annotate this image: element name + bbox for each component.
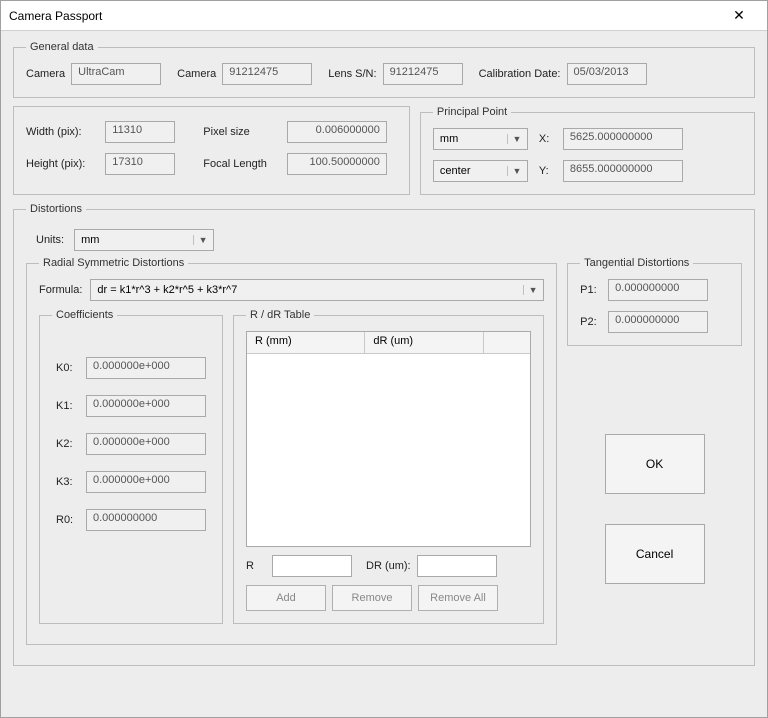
calibration-date-field: 05/03/2013 xyxy=(567,63,647,85)
tangential-legend: Tangential Distortions xyxy=(580,257,693,269)
r-dr-table-body xyxy=(247,354,530,546)
distortions-group: Distortions Units: mm ▼ Radial Symmetric… xyxy=(13,203,755,666)
formula-value: dr = k1*r^3 + k2*r^5 + k3*r^7 xyxy=(97,284,237,296)
pp-unit-value: mm xyxy=(440,133,458,145)
k1-label: K1: xyxy=(56,400,80,412)
spacer-column xyxy=(484,332,530,353)
pp-x-field: 5625.000000000 xyxy=(563,128,683,150)
chevron-down-icon: ▼ xyxy=(193,235,209,245)
calibration-date-label: Calibration Date: xyxy=(479,68,561,80)
r-input[interactable] xyxy=(272,555,352,577)
camera-field: UltraCam xyxy=(71,63,161,85)
k0-label: K0: xyxy=(56,362,80,374)
lens-sn-field: 91212475 xyxy=(383,63,463,85)
formula-label: Formula: xyxy=(39,284,82,296)
chevron-down-icon: ▼ xyxy=(507,166,523,176)
units-select[interactable]: mm ▼ xyxy=(74,229,214,251)
close-icon: ✕ xyxy=(733,7,745,24)
chevron-down-icon: ▼ xyxy=(507,134,523,144)
focal-length-label: Focal Length xyxy=(203,158,279,170)
width-field: 11310 xyxy=(105,121,175,143)
camera-id-label: Camera xyxy=(177,68,216,80)
coefficients-group: Coefficients K0: 0.000000e+000 K1: 0.000… xyxy=(39,309,223,624)
add-button[interactable]: Add xyxy=(246,585,326,611)
r0-field: 0.000000000 xyxy=(86,509,206,531)
formula-select[interactable]: dr = k1*r^3 + k2*r^5 + k3*r^7 ▼ xyxy=(90,279,544,301)
units-label: Units: xyxy=(36,234,64,246)
radial-legend: Radial Symmetric Distortions xyxy=(39,257,188,269)
general-data-legend: General data xyxy=(26,41,98,53)
units-value: mm xyxy=(81,234,99,246)
dr-input-label: DR (um): xyxy=(366,560,411,572)
distortions-legend: Distortions xyxy=(26,203,86,215)
pixel-size-label: Pixel size xyxy=(203,126,279,138)
camera-label: Camera xyxy=(26,68,65,80)
tangential-group: Tangential Distortions P1: 0.000000000 P… xyxy=(567,257,742,346)
dimensions-group: Width (pix): 11310 Pixel size 0.00600000… xyxy=(13,106,410,195)
window: Camera Passport ✕ General data Camera Ul… xyxy=(0,0,768,718)
k2-field: 0.000000e+000 xyxy=(86,433,206,455)
dr-column-header: dR (um) xyxy=(365,332,483,353)
k2-label: K2: xyxy=(56,438,80,450)
pp-unit-select[interactable]: mm ▼ xyxy=(433,128,528,150)
general-data-group: General data Camera UltraCam Camera 9121… xyxy=(13,41,755,98)
chevron-down-icon: ▼ xyxy=(523,285,539,295)
p1-label: P1: xyxy=(580,284,604,296)
window-title: Camera Passport xyxy=(9,9,719,23)
principal-point-group: Principal Point mm ▼ X: 5625.000000000 c… xyxy=(420,106,755,195)
width-label: Width (pix): xyxy=(26,126,97,138)
height-field: 17310 xyxy=(105,153,175,175)
dialog-body: General data Camera UltraCam Camera 9121… xyxy=(1,31,767,717)
p2-field: 0.000000000 xyxy=(608,311,708,333)
k3-label: K3: xyxy=(56,476,80,488)
pp-x-label: X: xyxy=(539,133,557,145)
pp-y-label: Y: xyxy=(539,165,557,177)
dr-input[interactable] xyxy=(417,555,497,577)
p1-field: 0.000000000 xyxy=(608,279,708,301)
pp-origin-select[interactable]: center ▼ xyxy=(433,160,528,182)
coefficients-legend: Coefficients xyxy=(52,309,117,321)
remove-button[interactable]: Remove xyxy=(332,585,412,611)
focal-length-field: 100.50000000 xyxy=(287,153,387,175)
r-input-label: R xyxy=(246,560,266,572)
r-column-header: R (mm) xyxy=(247,332,365,353)
radial-group: Radial Symmetric Distortions Formula: dr… xyxy=(26,257,557,645)
pixel-size-field: 0.006000000 xyxy=(287,121,387,143)
r-dr-table-group: R / dR Table R (mm) dR (um) xyxy=(233,309,544,624)
titlebar: Camera Passport ✕ xyxy=(1,1,767,31)
r-dr-table-legend: R / dR Table xyxy=(246,309,314,321)
cancel-button[interactable]: Cancel xyxy=(605,524,705,584)
r-dr-table[interactable]: R (mm) dR (um) xyxy=(246,331,531,547)
remove-all-button[interactable]: Remove All xyxy=(418,585,498,611)
close-button[interactable]: ✕ xyxy=(719,2,759,30)
k1-field: 0.000000e+000 xyxy=(86,395,206,417)
pp-y-field: 8655.000000000 xyxy=(563,160,683,182)
principal-point-legend: Principal Point xyxy=(433,106,511,118)
lens-sn-label: Lens S/N: xyxy=(328,68,376,80)
p2-label: P2: xyxy=(580,316,604,328)
k3-field: 0.000000e+000 xyxy=(86,471,206,493)
camera-id-field: 91212475 xyxy=(222,63,312,85)
k0-field: 0.000000e+000 xyxy=(86,357,206,379)
ok-button[interactable]: OK xyxy=(605,434,705,494)
pp-origin-value: center xyxy=(440,165,471,177)
height-label: Height (pix): xyxy=(26,158,97,170)
r0-label: R0: xyxy=(56,514,80,526)
